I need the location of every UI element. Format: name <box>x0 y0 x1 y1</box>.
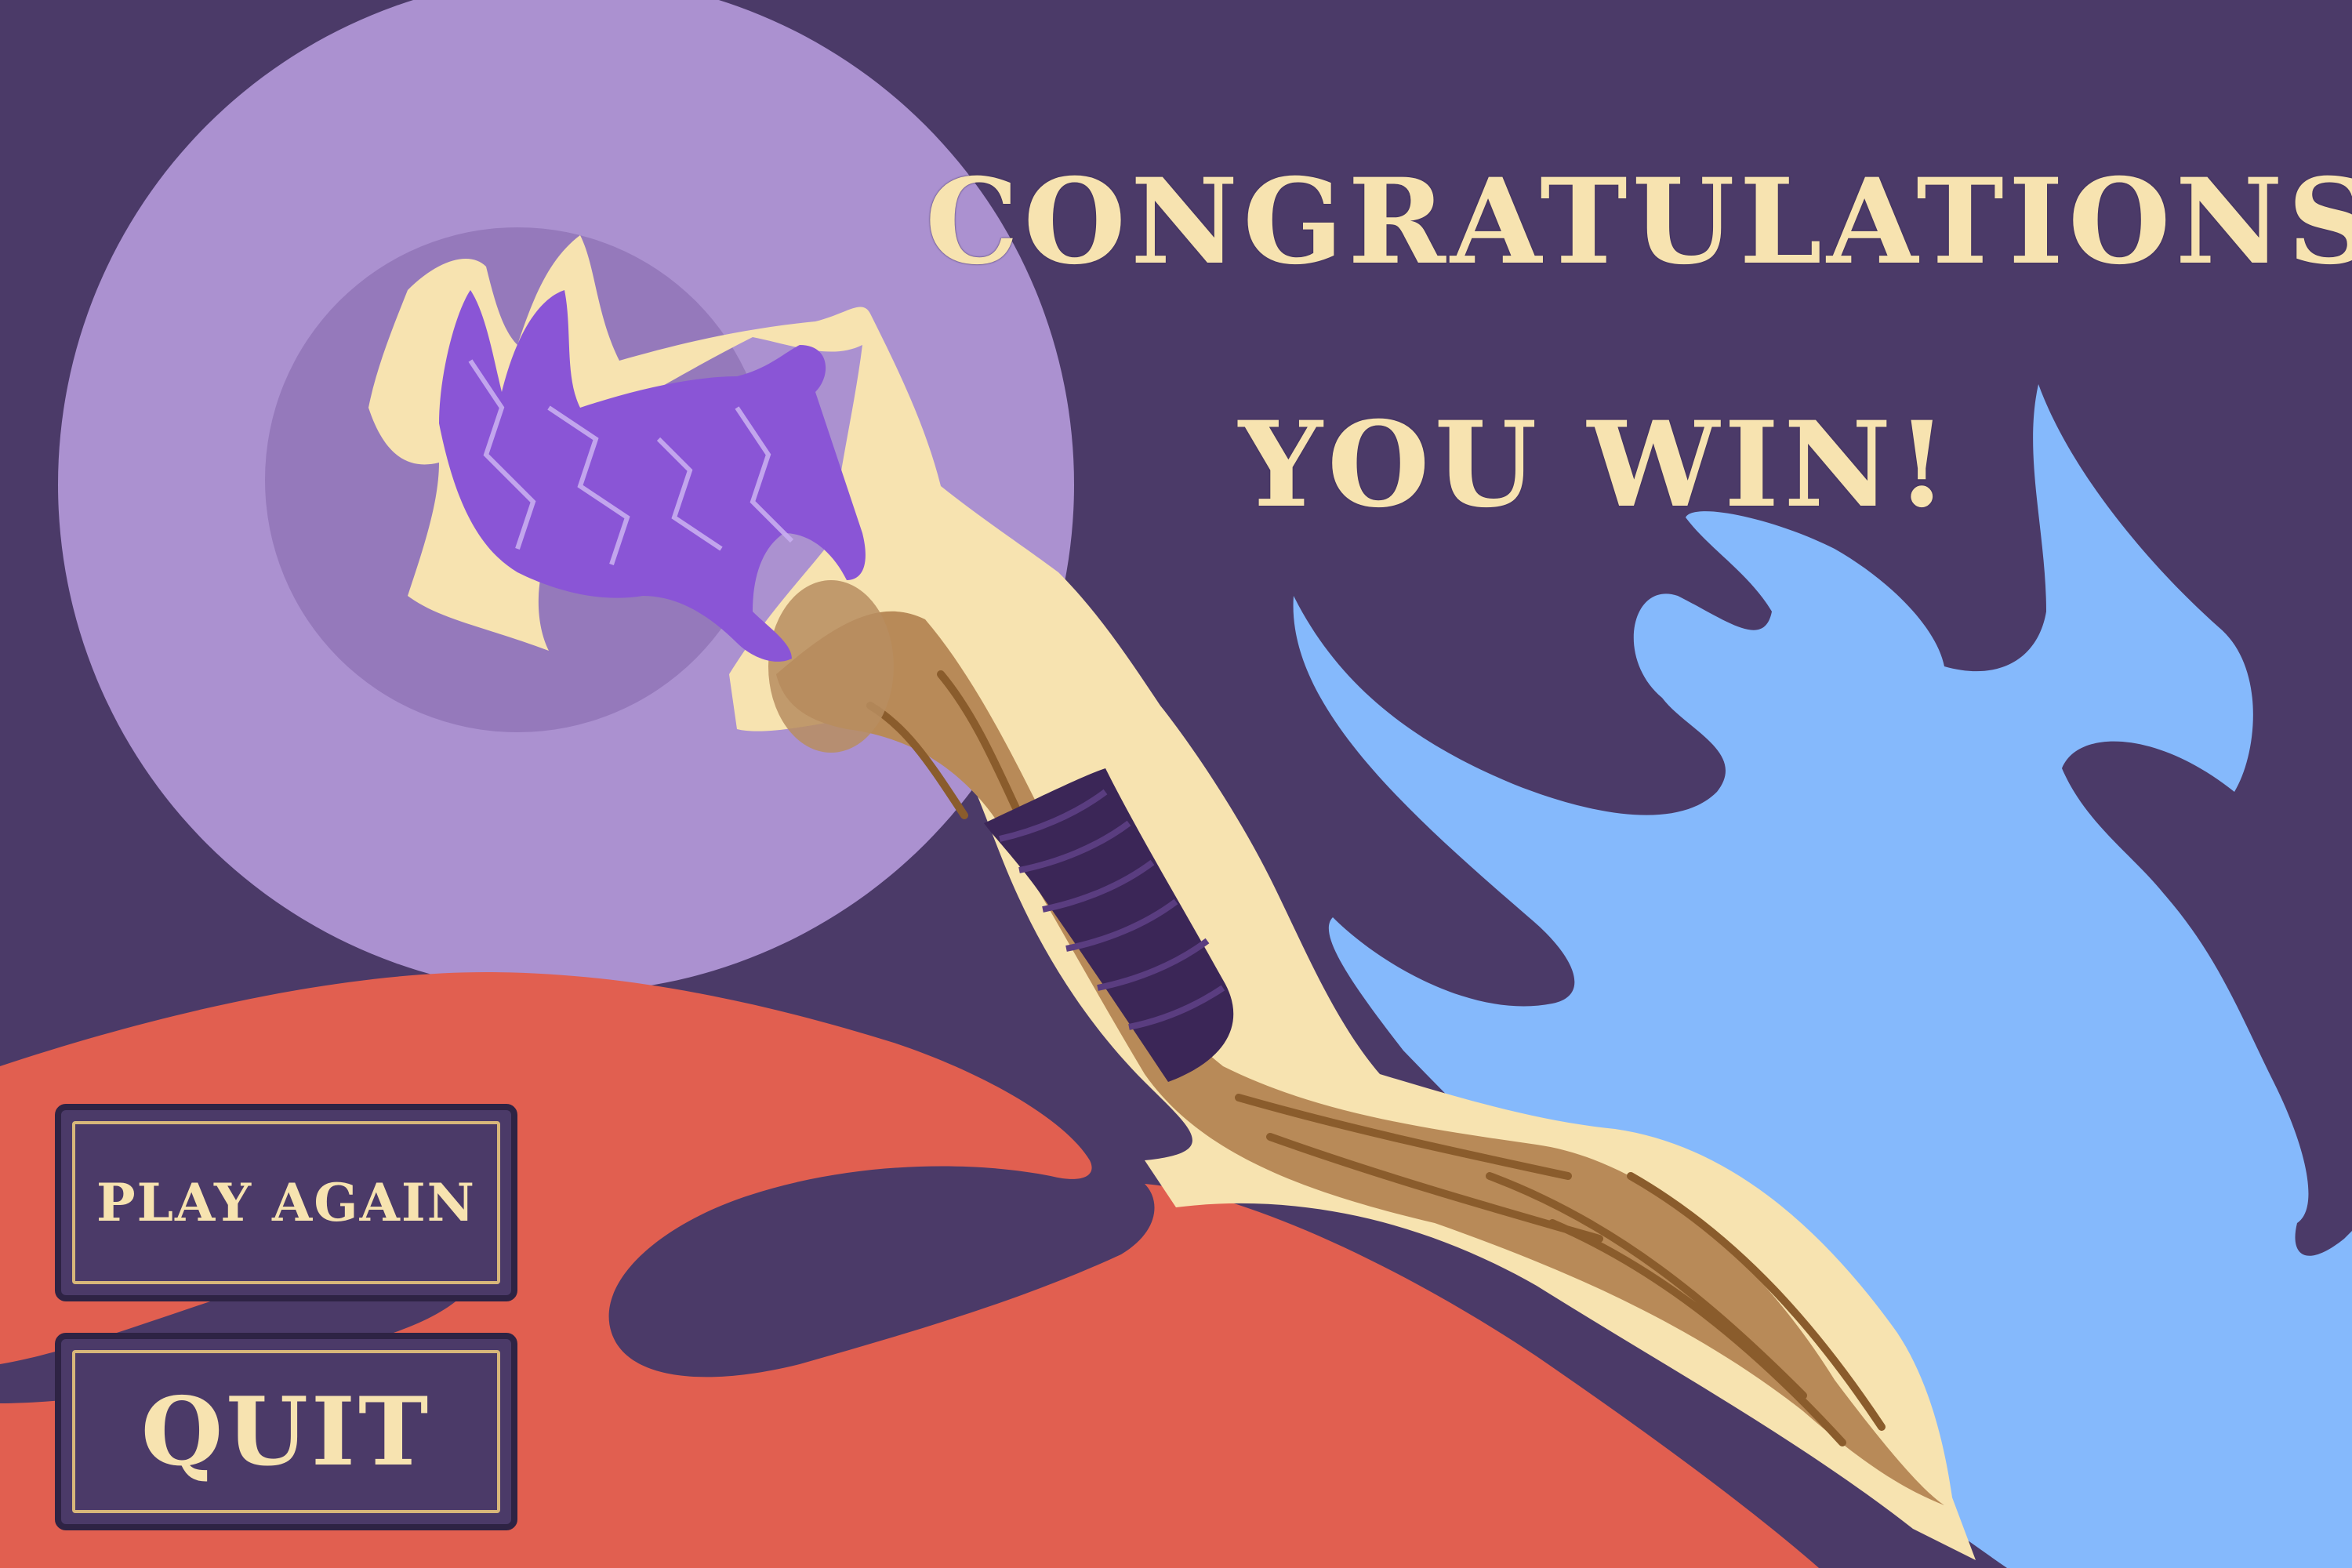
play-again-label: PLAY AGAIN <box>72 1121 500 1284</box>
congratulations-title: CONGRATULATIONS <box>925 153 2352 291</box>
staff-cap <box>768 580 894 753</box>
quit-label: QUIT <box>72 1350 500 1513</box>
win-screen: CONGRATULATIONS YOU WIN! PLAY AGAIN QUIT <box>0 0 2352 1568</box>
you-win-title: YOU WIN! <box>1238 396 1953 534</box>
quit-button[interactable]: QUIT <box>55 1333 517 1530</box>
play-again-button[interactable]: PLAY AGAIN <box>55 1104 517 1301</box>
